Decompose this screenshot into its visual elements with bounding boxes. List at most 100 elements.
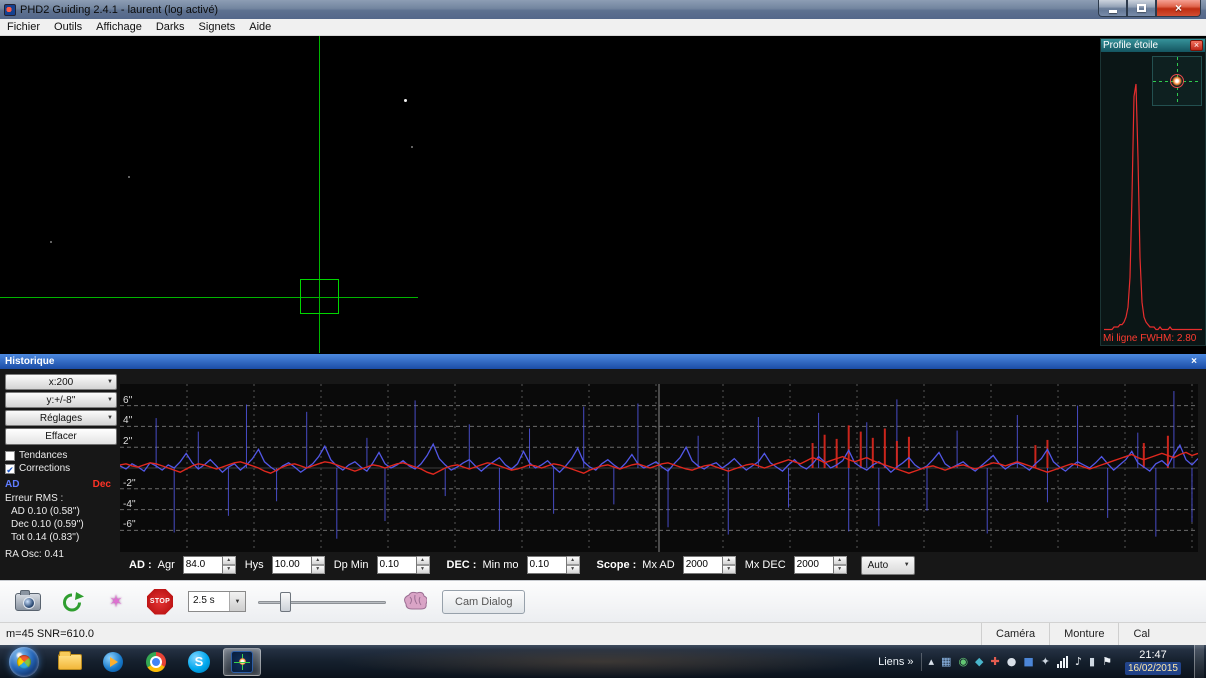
loop-button[interactable] <box>56 587 88 617</box>
taskbar-skype-button[interactable] <box>180 648 218 676</box>
settings-dropdown[interactable]: Réglages ▼ <box>5 410 117 426</box>
stop-icon: STOP <box>147 589 173 615</box>
clear-button[interactable]: Effacer <box>5 428 117 445</box>
agr-spinner-up-button[interactable]: ▲ <box>223 556 236 565</box>
minmo-spinner[interactable]: 0.10▲▼ <box>527 556 580 574</box>
taskbar-phd2-button[interactable] <box>223 648 261 676</box>
menu-signets[interactable]: Signets <box>192 20 243 34</box>
hys-spinner-down-button[interactable]: ▼ <box>312 565 325 574</box>
status-panels: CaméraMontureCal <box>981 623 1164 645</box>
menu-darks[interactable]: Darks <box>149 20 192 34</box>
hys-spinner[interactable]: 10.00▲▼ <box>272 556 325 574</box>
agr-spinner[interactable]: 84.0▲▼ <box>183 556 236 574</box>
agr-spinner-value[interactable]: 84.0 <box>183 556 223 574</box>
mxad-spinner-arrows: ▲▼ <box>723 556 736 574</box>
history-close-button[interactable]: × <box>1187 356 1201 367</box>
sync-icon[interactable]: ● <box>1007 656 1017 667</box>
mxdec-spinner[interactable]: 2000▲▼ <box>794 556 847 574</box>
flag-icon[interactable]: ⚑ <box>1102 656 1112 667</box>
links-toolbar[interactable]: Liens » <box>878 656 913 668</box>
advanced-settings-button[interactable] <box>398 587 430 617</box>
mxdec-spinner-arrows: ▲▼ <box>834 556 847 574</box>
slider-thumb[interactable] <box>280 592 291 612</box>
dpmin-spinner[interactable]: 0.10▲▼ <box>377 556 430 574</box>
dpmin-spinner-value[interactable]: 0.10 <box>377 556 417 574</box>
screen-stretch-slider[interactable] <box>258 591 386 613</box>
star-profile-titlebar[interactable]: Profile étoile × <box>1101 39 1205 52</box>
close-icon: × <box>1175 3 1182 14</box>
taskbar-chrome-button[interactable] <box>137 648 175 676</box>
messenger-icon[interactable]: ◆ <box>975 656 983 667</box>
menu-fichier[interactable]: Fichier <box>0 20 47 34</box>
drive-icon[interactable]: ■ <box>1023 656 1033 667</box>
mxdec-spinner-up-button[interactable]: ▲ <box>834 556 847 565</box>
battery-icon[interactable]: ▮ <box>1089 656 1095 667</box>
start-button[interactable] <box>9 647 39 677</box>
y-scale-dropdown[interactable]: y:+/-8'' ▼ <box>5 392 117 408</box>
volume-icon[interactable]: ♪ <box>1075 656 1082 667</box>
star-profile-title: Profile étoile <box>1103 40 1158 51</box>
clock-time: 21:47 <box>1125 649 1181 662</box>
corrections-checkbox-box[interactable]: ✔ <box>5 464 15 474</box>
history-titlebar[interactable]: Historique × <box>0 354 1206 369</box>
menu-outils[interactable]: Outils <box>47 20 89 34</box>
menu-aide[interactable]: Aide <box>242 20 278 34</box>
x-scale-dropdown[interactable]: x:200 ▼ <box>5 374 117 390</box>
hys-spinner-value[interactable]: 10.00 <box>272 556 312 574</box>
trends-checkbox[interactable]: Tendances <box>5 450 117 461</box>
star <box>128 176 130 178</box>
mxdec-spinner-value[interactable]: 2000 <box>794 556 834 574</box>
hys-label: Hys <box>245 559 264 571</box>
minimize-button[interactable] <box>1098 0 1127 17</box>
display-icon[interactable]: ▦ <box>941 656 951 667</box>
dpmin-spinner-arrows: ▲▼ <box>417 556 430 574</box>
hys-spinner-up-button[interactable]: ▲ <box>312 556 325 565</box>
agr-spinner-down-button[interactable]: ▼ <box>223 565 236 574</box>
security-icon[interactable]: ✚ <box>991 656 1000 667</box>
mxad-spinner-value[interactable]: 2000 <box>683 556 723 574</box>
corrections-checkbox[interactable]: ✔ Corrections <box>5 463 117 474</box>
mxad-spinner-up-button[interactable]: ▲ <box>723 556 736 565</box>
camera-view[interactable]: Profile étoile × Mi ligne FWHM: 2.80 <box>0 36 1206 353</box>
dpmin-spinner-up-button[interactable]: ▲ <box>417 556 430 565</box>
spark-icon[interactable]: ✦ <box>1041 656 1050 667</box>
chevron-down-icon: ▼ <box>107 415 113 421</box>
history-title: Historique <box>5 356 54 367</box>
mxdec-spinner-down-button[interactable]: ▼ <box>834 565 847 574</box>
fwhm-readout: Mi ligne FWHM: 2.80 <box>1103 333 1196 344</box>
update-icon[interactable]: ◉ <box>958 656 968 667</box>
titlebar[interactable]: PHD2 Guiding 2.4.1 - laurent (log activé… <box>0 0 1206 19</box>
star-profile-close-button[interactable]: × <box>1190 40 1203 51</box>
dec-legend-label[interactable]: Dec <box>93 479 111 490</box>
taskbar-pinned-apps <box>51 648 261 676</box>
exposure-select[interactable]: 2.5 s ▼ <box>188 591 246 612</box>
dpmin-spinner-down-button[interactable]: ▼ <box>417 565 430 574</box>
mxad-spinner-down-button[interactable]: ▼ <box>723 565 736 574</box>
maximize-button[interactable] <box>1127 0 1156 17</box>
mxad-spinner[interactable]: 2000▲▼ <box>683 556 736 574</box>
taskbar-wmp-button[interactable] <box>94 648 132 676</box>
network-icon[interactable] <box>1057 656 1068 668</box>
stop-button[interactable]: STOP <box>144 587 176 617</box>
dec-mode-select-value: Auto <box>868 560 889 571</box>
minmo-spinner-down-button[interactable]: ▼ <box>567 565 580 574</box>
taskbar-clock[interactable]: 21:47 16/02/2015 <box>1125 649 1181 675</box>
dec-mode-select[interactable]: Auto▼ <box>861 556 915 575</box>
taskbar-explorer-button[interactable] <box>51 648 89 676</box>
ra-legend-label[interactable]: AD <box>5 479 19 490</box>
minmo-spinner-value[interactable]: 0.10 <box>527 556 567 574</box>
min-mo-label: Min mo <box>482 559 518 571</box>
phd2-app-icon <box>4 4 16 16</box>
camera-button[interactable] <box>12 587 44 617</box>
guide-button[interactable]: ✶ <box>100 587 132 617</box>
minmo-spinner-up-button[interactable]: ▲ <box>567 556 580 565</box>
rms-line-2: Tot 0.14 (0.83'') <box>5 532 117 543</box>
hidden-icons-chevron[interactable]: ▴ <box>929 656 935 667</box>
show-desktop-button[interactable] <box>1194 645 1204 678</box>
trends-checkbox-box[interactable] <box>5 451 15 461</box>
minmo-spinner-arrows: ▲▼ <box>567 556 580 574</box>
camera-icon <box>15 593 41 611</box>
cam-dialog-button[interactable]: Cam Dialog <box>442 590 525 614</box>
close-button[interactable]: × <box>1156 0 1201 17</box>
menu-affichage[interactable]: Affichage <box>89 20 149 34</box>
